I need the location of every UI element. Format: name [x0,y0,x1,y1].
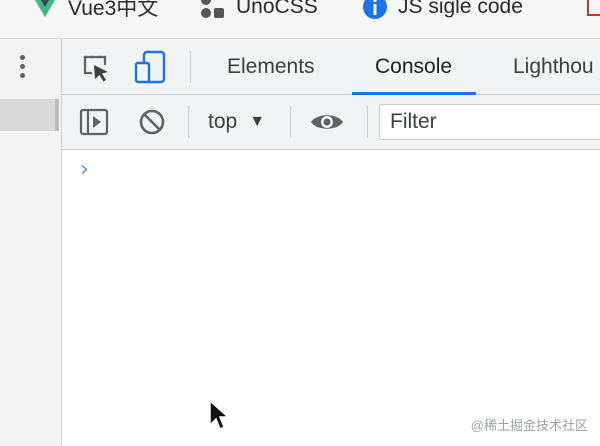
bookmark-vue3[interactable]: Vue3中文 [32,0,158,24]
selected-row [0,99,56,131]
inspect-element-button[interactable] [80,52,112,84]
bookmark-partial[interactable] [586,0,600,24]
sidebar-toggle-icon [79,108,109,136]
vue-logo-icon [34,0,56,17]
bookmark-label: JS sigle code [398,0,523,18]
page-side-strip [0,39,62,446]
devtools-panel: Elements Console Lighthou top ▼ Filter › [62,39,600,446]
filter-input[interactable] [379,104,600,140]
kebab-menu-icon[interactable] [20,55,26,82]
unocss-logo-icon [201,0,224,18]
console-toolbar: top ▼ [62,95,600,150]
scrollbar[interactable] [55,99,59,131]
toolbar-divider [290,106,291,138]
watermark: @稀土掘金技术社区 [470,418,588,433]
clear-console-button[interactable] [136,106,168,138]
live-expression-button[interactable] [308,107,346,137]
tab-lighthouse[interactable]: Lighthou [513,39,594,94]
tab-console[interactable]: Console [351,39,477,95]
toolbar-divider [190,51,191,83]
clear-console-icon [139,109,165,135]
bookmark-icon [587,0,600,16]
inspect-cursor-icon [83,55,108,82]
mouse-pointer-icon [209,399,230,431]
bookmark-js-sigle-code[interactable]: JS sigle code [362,0,523,24]
caret-down-icon: ▼ [249,113,266,130]
device-toolbar-button[interactable] [134,50,168,84]
bookmark-unocss[interactable]: UnoCSS [200,0,318,24]
toolbar-divider [367,106,368,138]
bookmarks-bar: Vue3中文 UnoCSS JS sigle code [0,0,600,39]
js-context-selector[interactable]: top ▼ [208,95,265,149]
info-icon [363,0,387,19]
eye-icon [311,115,343,129]
bookmark-label: Vue3中文 [68,0,159,20]
device-mode-icon [134,50,166,84]
bookmark-label: UnoCSS [236,0,318,18]
context-label: top [208,110,238,133]
toolbar-divider [188,106,189,138]
tab-elements[interactable]: Elements [227,39,315,94]
devtools-tab-bar: Elements Console Lighthou [62,39,600,95]
console-prompt-icon[interactable]: › [80,157,89,182]
show-console-sidebar-button[interactable] [78,106,110,138]
